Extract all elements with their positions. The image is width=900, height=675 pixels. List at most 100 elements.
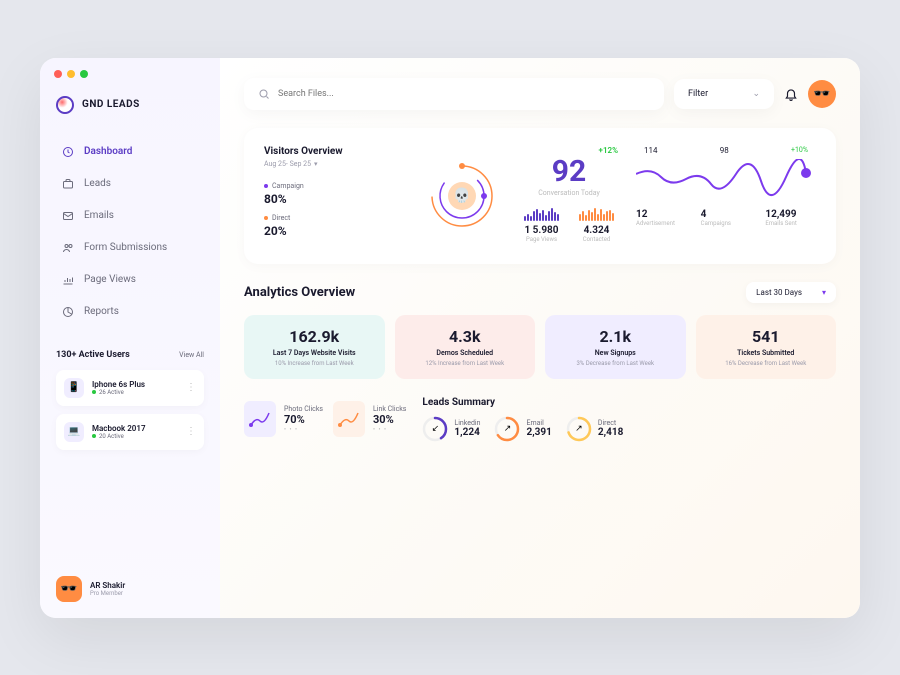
filter-dropdown[interactable]: Filter ⌄ [674, 79, 774, 109]
nav-label: Emails [84, 210, 114, 221]
link-clicks: Link Clicks30%• • • [333, 401, 406, 437]
app-logo[interactable]: GND LEADS [56, 96, 204, 114]
pie-icon [62, 306, 74, 318]
briefcase-icon [62, 178, 74, 190]
search-input[interactable] [278, 89, 650, 99]
ring-chart-icon: ↗ [566, 416, 592, 442]
profile-name: AR Shakir [90, 581, 125, 590]
main-content: Filter ⌄ 🕶️ Visitors Overview Aug 25- Se… [220, 58, 860, 618]
device-stat: 20 Active [92, 433, 178, 440]
user-avatar[interactable]: 🕶️ [808, 80, 836, 108]
nav-menu: Dashboard Leads Emails Form Submissions … [56, 138, 204, 326]
visits-card[interactable]: 162.9kLast 7 Days Website Visits10% Incr… [244, 315, 385, 379]
search-icon [258, 88, 270, 100]
conversation-label: Conversation Today [520, 189, 618, 197]
skull-icon: 💀 [448, 182, 476, 210]
nav-label: Reports [84, 306, 119, 317]
spark-left-value: 114 [644, 146, 658, 155]
demos-card[interactable]: 4.3kDemos Scheduled12% Increase from Las… [395, 315, 536, 379]
tickets-card[interactable]: 541Tickets Submitted16% Decrease from La… [696, 315, 837, 379]
chevron-down-icon: ▾ [822, 288, 826, 297]
device-name: Iphone 6s Plus [92, 380, 178, 389]
device-name: Macbook 2017 [92, 424, 178, 433]
lead-email: ↗ Email2,391 [494, 416, 551, 442]
status-dot-icon [92, 390, 96, 394]
date-range[interactable]: Aug 25- Sep 25 ▾ [264, 160, 404, 168]
signups-card[interactable]: 2.1kNew Signups3% Decrease from Last Wee… [545, 315, 686, 379]
direct-value: 20% [264, 224, 404, 238]
analytics-title: Analytics Overview [244, 285, 355, 300]
nav-leads[interactable]: Leads [56, 170, 204, 198]
ring-chart-icon: ↗ [494, 416, 520, 442]
clicks-section: Photo Clicks70%• • • Link Clicks30%• • • [244, 401, 406, 437]
status-dot-icon [92, 434, 96, 438]
nav-forms[interactable]: Form Submissions [56, 234, 204, 262]
device-icon: 💻 [64, 422, 84, 442]
lead-direct: ↗ Direct2,418 [566, 416, 623, 442]
overview-title: Visitors Overview [264, 146, 404, 157]
nav-reports[interactable]: Reports [56, 298, 204, 326]
leads-title: Leads Summary [422, 397, 836, 408]
bar-chart-icon [524, 207, 559, 221]
window-controls [54, 70, 88, 78]
mail-icon [62, 210, 74, 222]
bell-icon[interactable] [784, 87, 798, 101]
emails-stat: 12,499Emails Sent [765, 209, 816, 227]
minimize-icon[interactable] [67, 70, 75, 78]
photo-clicks: Photo Clicks70%• • • [244, 401, 323, 437]
sidebar: GND LEADS Dashboard Leads Emails Form Su… [40, 58, 220, 618]
more-icon[interactable]: ⋮ [186, 382, 196, 393]
nav-pageviews[interactable]: Page Views [56, 266, 204, 294]
contacted-stat: 4.324 Contacted [579, 207, 614, 243]
campaign-value: 80% [264, 192, 404, 206]
chart-icon [62, 274, 74, 286]
app-name: GND LEADS [82, 99, 140, 110]
bar-chart-icon [579, 207, 614, 221]
nav-dashboard[interactable]: Dashboard [56, 138, 204, 166]
mini-line-icon [244, 401, 276, 437]
pageviews-stat: 1 5.980 Page Views [524, 207, 559, 243]
spark-delta: +10% [791, 146, 808, 155]
range-dropdown[interactable]: Last 30 Days ▾ [746, 282, 836, 303]
users-title: 130+ Active Users [56, 350, 130, 360]
chevron-down-icon: ⌄ [752, 89, 760, 99]
profile-section[interactable]: 🕶️ AR Shakir Pro Member [56, 560, 204, 602]
user-card[interactable]: 💻 Macbook 2017 20 Active ⋮ [56, 414, 204, 450]
ad-stat: 12Advertisement [636, 209, 687, 227]
logo-icon [56, 96, 74, 114]
spark-right-value: 98 [720, 146, 729, 155]
leads-list: ↙ Linkedin1,224 ↗ Email2,391 ↗ Direct2,4… [422, 416, 836, 442]
device-stat: 26 Active [92, 389, 178, 396]
lead-linkedin: ↙ Linkedin1,224 [422, 416, 480, 442]
analytics-cards: 162.9kLast 7 Days Website Visits10% Incr… [244, 315, 836, 379]
sparkline-chart [636, 159, 816, 199]
users-icon [62, 242, 74, 254]
visitors-overview-card: Visitors Overview Aug 25- Sep 25 ▾ Campa… [244, 128, 836, 264]
avatar: 🕶️ [56, 576, 82, 602]
view-all-link[interactable]: View All [179, 351, 204, 359]
nav-emails[interactable]: Emails [56, 202, 204, 230]
conversation-count: 92 [520, 157, 618, 187]
ring-chart-icon: ↙ [422, 416, 448, 442]
mini-line-icon [333, 401, 365, 437]
nav-label: Page Views [84, 274, 136, 285]
active-users-section: 130+ Active Users View All 📱 Iphone 6s P… [56, 350, 204, 458]
maximize-icon[interactable] [80, 70, 88, 78]
more-icon[interactable]: ⋮ [186, 426, 196, 437]
profile-role: Pro Member [90, 590, 125, 597]
topbar: Filter ⌄ 🕶️ [244, 78, 836, 110]
nav-label: Dashboard [84, 146, 132, 157]
device-icon: 📱 [64, 378, 84, 398]
close-icon[interactable] [54, 70, 62, 78]
legend-dot-icon [264, 184, 268, 188]
app-window: GND LEADS Dashboard Leads Emails Form Su… [40, 58, 860, 618]
nav-label: Leads [84, 178, 111, 189]
dashboard-icon [62, 146, 74, 158]
legend-dot-icon [264, 216, 268, 220]
campaigns-stat: 4Campaigns [701, 209, 752, 227]
orbit-chart: 💀 [422, 146, 502, 246]
user-card[interactable]: 📱 Iphone 6s Plus 26 Active ⋮ [56, 370, 204, 406]
nav-label: Form Submissions [84, 242, 167, 253]
chevron-down-icon: ▾ [314, 160, 318, 168]
search-box[interactable] [244, 78, 664, 110]
